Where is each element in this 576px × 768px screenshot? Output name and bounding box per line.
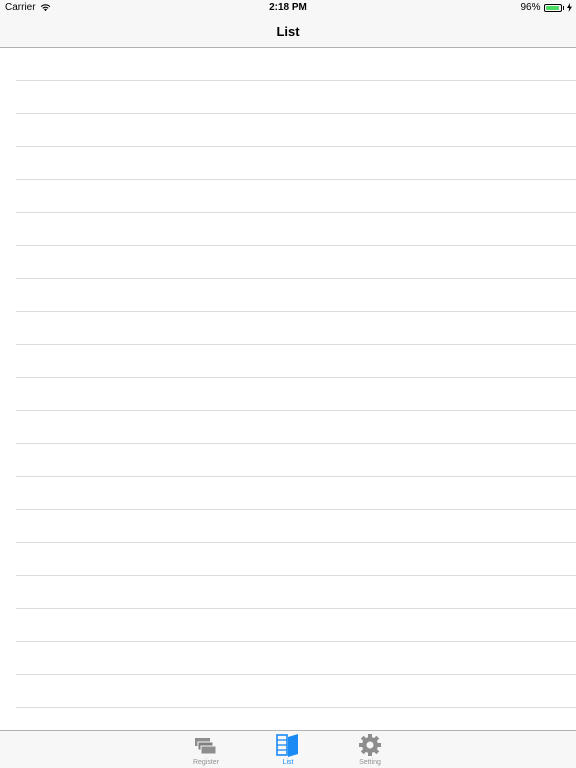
bolt-icon xyxy=(567,3,572,12)
page-title: List xyxy=(276,24,300,39)
table-row[interactable] xyxy=(16,411,576,444)
gear-icon xyxy=(359,734,381,756)
navigation-bar: List xyxy=(0,16,576,48)
status-right: 96% xyxy=(520,2,572,13)
table-row[interactable] xyxy=(16,246,576,279)
screen: Carrier 2:18 PM 96% List Register List S… xyxy=(0,0,576,768)
battery-icon xyxy=(543,3,564,12)
tab-list-label: List xyxy=(282,759,294,766)
battery-percent: 96% xyxy=(520,2,541,13)
table-row[interactable] xyxy=(16,279,576,312)
table-row[interactable] xyxy=(16,180,576,213)
tab-setting-label: Setting xyxy=(359,759,381,766)
table-row[interactable] xyxy=(16,48,576,81)
table-row[interactable] xyxy=(16,444,576,477)
table-row[interactable] xyxy=(16,81,576,114)
register-icon xyxy=(195,738,217,755)
table-row[interactable] xyxy=(16,576,576,609)
table-row[interactable] xyxy=(16,543,576,576)
table-row[interactable] xyxy=(16,312,576,345)
tab-bar: Register List Setting xyxy=(0,730,576,768)
table-row[interactable] xyxy=(16,642,576,675)
battery-tip xyxy=(562,5,564,10)
table-row[interactable] xyxy=(16,213,576,246)
table-row[interactable] xyxy=(16,675,576,708)
status-time: 2:18 PM xyxy=(269,2,307,13)
tab-list[interactable]: List xyxy=(258,732,318,768)
tab-register-label: Register xyxy=(192,759,220,766)
table-row[interactable] xyxy=(16,708,576,730)
battery-body xyxy=(543,3,562,12)
table-row[interactable] xyxy=(16,477,576,510)
list-icon xyxy=(276,734,298,757)
table-row[interactable] xyxy=(16,378,576,411)
table-row[interactable] xyxy=(16,114,576,147)
tab-register[interactable]: Register xyxy=(176,732,236,768)
list-table[interactable] xyxy=(0,48,576,730)
status-bar: Carrier 2:18 PM 96% xyxy=(0,0,576,16)
table-row[interactable] xyxy=(16,147,576,180)
tab-setting[interactable]: Setting xyxy=(340,732,400,768)
table-row[interactable] xyxy=(16,609,576,642)
table-row[interactable] xyxy=(16,510,576,543)
battery-fill xyxy=(545,5,559,10)
table-row[interactable] xyxy=(16,345,576,378)
